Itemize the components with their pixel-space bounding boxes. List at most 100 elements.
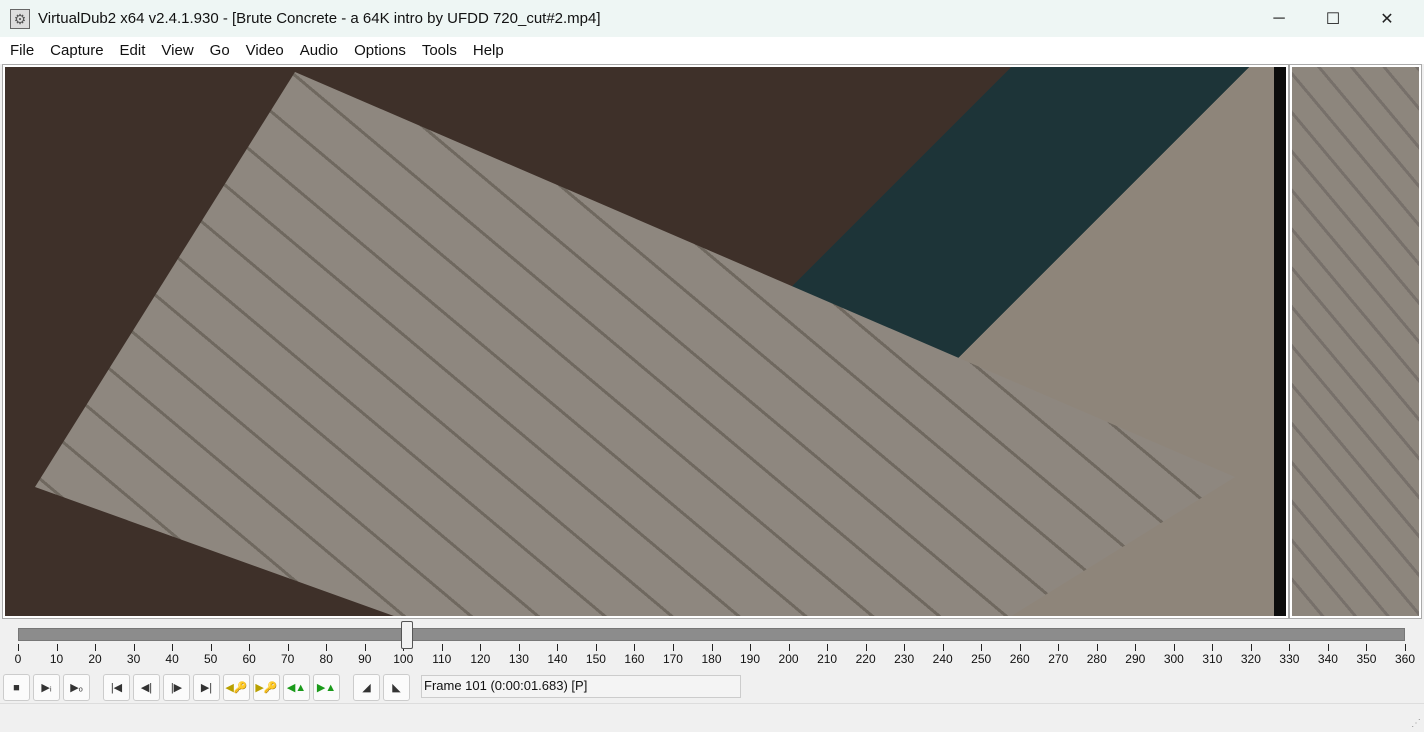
- timeline-tick: [1250, 644, 1252, 651]
- timeline-tick: [1019, 644, 1021, 651]
- next-scene-icon: ▶▲: [316, 682, 337, 694]
- timeline-tick: [1327, 644, 1329, 651]
- timeline-tick: [634, 644, 636, 651]
- go-start-button[interactable]: |◀: [103, 674, 130, 701]
- timeline-track[interactable]: [18, 628, 1405, 641]
- resize-grip-icon[interactable]: ⋰: [1411, 718, 1421, 729]
- go-start-icon: |◀: [110, 682, 123, 694]
- maximize-button[interactable]: ☐: [1306, 0, 1360, 37]
- timeline-tick: [1058, 644, 1060, 651]
- timeline-tick-label: 180: [701, 652, 722, 666]
- timeline-tick: [172, 644, 174, 651]
- timeline-tick-label: 220: [855, 652, 876, 666]
- timeline-tick: [981, 644, 983, 651]
- timeline-tick: [865, 644, 867, 651]
- prev-frame-button[interactable]: ◀|: [133, 674, 160, 701]
- timeline-tick-label: 0: [14, 652, 22, 666]
- timeline-thumb[interactable]: [401, 621, 414, 649]
- timeline-tick-label: 50: [203, 652, 218, 666]
- timeline-tick-label: 110: [432, 652, 452, 666]
- next-frame-icon: |▶: [170, 682, 183, 694]
- timeline-tick-label: 300: [1163, 652, 1184, 666]
- play-input-button[interactable]: ▶ᵢ: [33, 674, 60, 701]
- timeline-tick-label: 190: [740, 652, 761, 666]
- frame-status: Frame 101 (0:00:01.683) [P]: [421, 675, 741, 698]
- timeline-tick: [1405, 644, 1406, 651]
- menu-audio[interactable]: Audio: [292, 42, 346, 59]
- menu-file[interactable]: File: [2, 42, 42, 59]
- timeline-tick-label: 290: [1125, 652, 1146, 666]
- next-keyframe-button[interactable]: ▶🔑: [253, 674, 280, 701]
- timeline-tick-label: 20: [88, 652, 102, 666]
- timeline-tick-label: 90: [358, 652, 372, 666]
- mark-in-icon: ◢: [362, 682, 371, 694]
- timeline-tick: [364, 644, 366, 651]
- timeline-tick: [210, 644, 212, 651]
- menu-options[interactable]: Options: [346, 42, 414, 59]
- input-video-pane[interactable]: [2, 64, 1289, 619]
- play-output-button[interactable]: ▶ₒ: [63, 674, 90, 701]
- menu-go[interactable]: Go: [202, 42, 238, 59]
- timeline-tick-label: 130: [508, 652, 529, 666]
- timeline-tick: [904, 644, 906, 651]
- app-icon[interactable]: ⚙: [10, 8, 30, 29]
- next-frame-button[interactable]: |▶: [163, 674, 190, 701]
- timeline-tick-label: 330: [1279, 652, 1300, 666]
- output-video-pane[interactable]: [1289, 64, 1422, 619]
- prev-scene-icon: ◀▲: [286, 682, 307, 694]
- status-bar: ⋰: [0, 703, 1424, 732]
- close-button[interactable]: ✕: [1360, 0, 1414, 37]
- prev-scene-button[interactable]: ◀▲: [283, 674, 310, 701]
- go-end-icon: ▶|: [200, 682, 213, 694]
- timeline-tick-label: 260: [1009, 652, 1030, 666]
- next-scene-button[interactable]: ▶▲: [313, 674, 340, 701]
- timeline-tick: [1289, 644, 1291, 651]
- timeline-tick: [95, 644, 97, 651]
- timeline-tick: [18, 644, 19, 651]
- timeline-tick-label: 70: [281, 652, 295, 666]
- timeline-tick: [56, 644, 58, 651]
- timeline-tick: [480, 644, 482, 651]
- timeline-tick-label: 250: [971, 652, 992, 666]
- timeline-tick-label: 340: [1317, 652, 1338, 666]
- timeline-tick: [1096, 644, 1098, 651]
- timeline-tick: [441, 644, 443, 651]
- timeline-tick-label: 230: [894, 652, 915, 666]
- timeline-tick: [672, 644, 674, 651]
- timeline-tick-label: 120: [470, 652, 491, 666]
- timeline-tick-label: 150: [585, 652, 606, 666]
- menu-bar: File Capture Edit View Go Video Audio Options To…: [0, 37, 1424, 64]
- go-end-button[interactable]: ▶|: [193, 674, 220, 701]
- minimize-button[interactable]: ─: [1252, 0, 1306, 37]
- mark-in-button[interactable]: ◢: [353, 674, 380, 701]
- timeline-tick: [711, 644, 713, 651]
- menu-view[interactable]: View: [153, 42, 201, 59]
- timeline-tick-label: 270: [1048, 652, 1069, 666]
- timeline-tick: [287, 644, 289, 651]
- stop-icon: ■: [13, 681, 20, 694]
- stop-button[interactable]: ■: [3, 674, 30, 701]
- menu-tools[interactable]: Tools: [414, 42, 465, 59]
- mark-out-button[interactable]: ◣: [383, 674, 410, 701]
- timeline-tick: [249, 644, 251, 651]
- timeline-tick-label: 60: [242, 652, 256, 666]
- menu-video[interactable]: Video: [238, 42, 292, 59]
- menu-help[interactable]: Help: [465, 42, 512, 59]
- timeline-tick-label: 40: [165, 652, 179, 666]
- timeline-tick-label: 320: [1240, 652, 1261, 666]
- title-bar: ⚙ VirtualDub2 x64 v2.4.1.930 - [Brute Co…: [0, 0, 1424, 37]
- timeline-tick-label: 280: [1086, 652, 1107, 666]
- timeline-tick: [557, 644, 559, 651]
- menu-capture[interactable]: Capture: [42, 42, 111, 59]
- timeline-tick: [1212, 644, 1214, 651]
- menu-edit[interactable]: Edit: [112, 42, 154, 59]
- timeline-tick-label: 210: [817, 652, 838, 666]
- timeline-tick: [326, 644, 328, 651]
- timeline-tick: [788, 644, 790, 651]
- prev-keyframe-button[interactable]: ◀🔑: [223, 674, 250, 701]
- timeline-tick: [518, 644, 520, 651]
- timeline-tick-label: 160: [624, 652, 645, 666]
- timeline-tick: [827, 644, 829, 651]
- next-keyframe-icon: ▶🔑: [255, 682, 278, 694]
- timeline-tick: [942, 644, 944, 651]
